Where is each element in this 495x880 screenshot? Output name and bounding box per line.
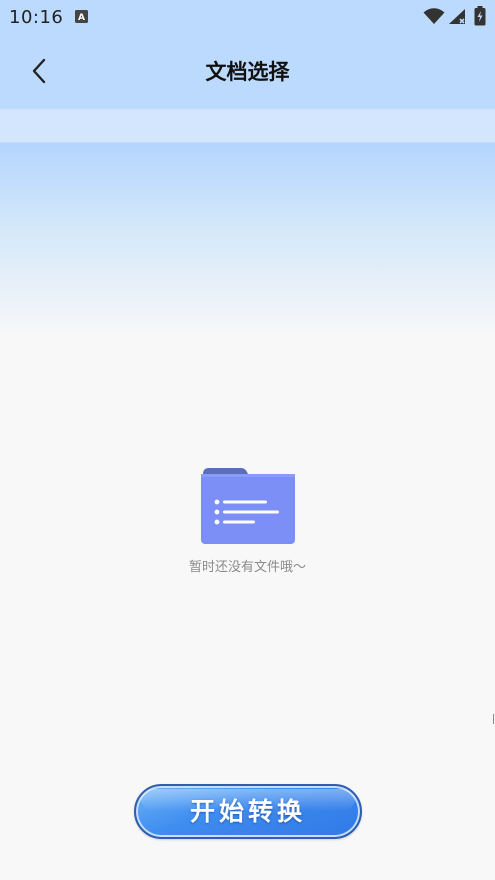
edge-divider [493,714,494,724]
nav-bar: 文档选择 [0,34,495,108]
empty-state: 暂时还没有文件哦～ [0,466,495,575]
start-convert-button[interactable]: 开始转换 [134,784,362,839]
a-notification-icon: A [75,10,88,23]
status-bar: 10:16 A [0,0,495,34]
empty-message: 暂时还没有文件哦～ [188,560,306,575]
battery-icon [474,6,486,26]
header-strip [0,110,495,142]
status-time: 10:16 [9,7,64,28]
start-convert-label: 开始转换 [189,797,306,826]
folder-list-icon [200,468,295,544]
page-title: 文档选择 [205,60,290,84]
svg-text:A: A [78,13,85,23]
wifi-icon [423,8,445,24]
signal-icon [449,9,465,24]
